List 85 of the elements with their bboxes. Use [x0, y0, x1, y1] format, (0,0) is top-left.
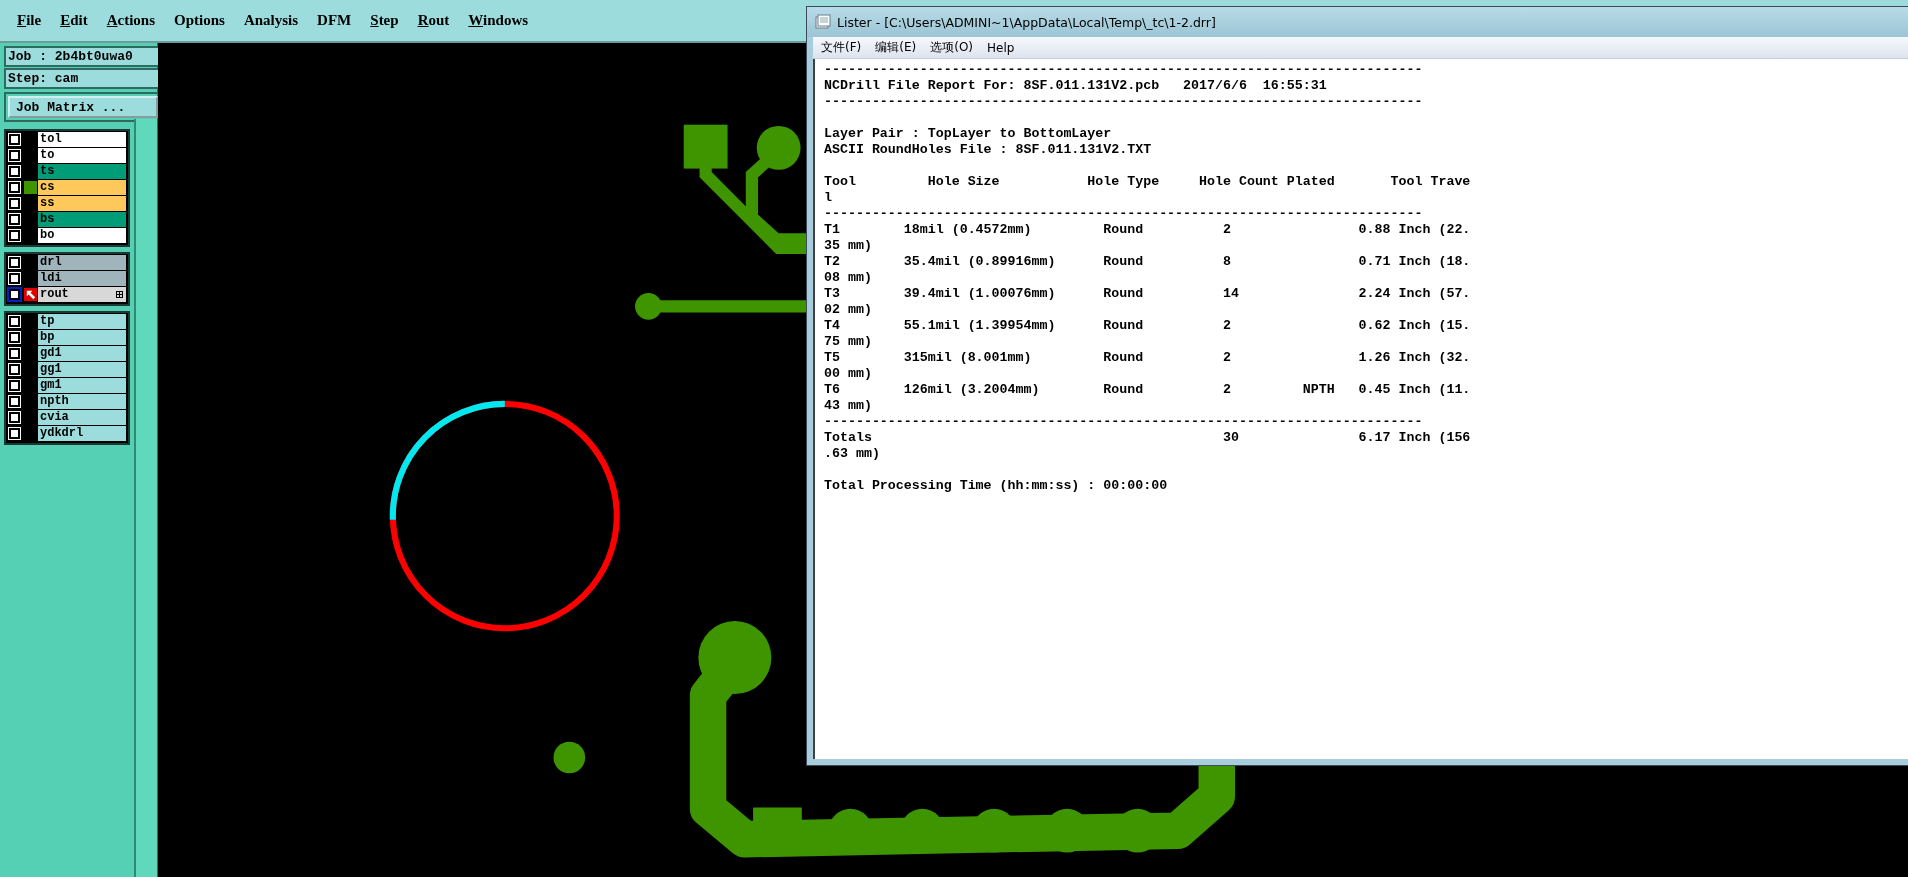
report-line: NCDrill File Report For: 8SF.011.131V2.pcb 2017/6/6 16:55:31	[824, 78, 1327, 94]
report-line: 02 mm)	[824, 302, 872, 318]
checkbox[interactable]	[9, 198, 20, 209]
step-label: Step: cam	[4, 68, 160, 89]
round-pad	[553, 741, 586, 774]
layer-name[interactable]: gd1	[38, 346, 126, 361]
menu-item[interactable]: Options	[174, 12, 225, 29]
checkbox[interactable]	[9, 316, 20, 327]
layer-name[interactable]: ldi	[38, 271, 126, 286]
arrow-icon[interactable]	[23, 288, 37, 301]
layer-name[interactable]: ss	[38, 196, 126, 211]
report-line: Totals 30 6.17 Inch (156	[824, 430, 1471, 446]
checkbox[interactable]	[9, 166, 20, 177]
job-label: Job : 2b4bt0uwa0	[4, 46, 160, 67]
report-line: T4 55.1mil (1.39954mm) Round 2 0.62 Inch (15.	[824, 318, 1471, 334]
menu-item[interactable]: Step	[370, 12, 399, 29]
menu-item[interactable]: Windows	[468, 12, 529, 29]
layer-name[interactable]: bo	[38, 228, 126, 243]
report-line: ---------------------------------------------------------------------------	[824, 206, 1423, 222]
report-line: ---------------------------------------------------------------------------	[824, 62, 1423, 78]
report-line: Layer Pair : TopLayer to BottomLayer	[824, 126, 1112, 142]
report-line: Tool Hole Size Hole Type Hole Count Plated Tool Trave	[824, 174, 1471, 190]
layer-name[interactable]: ydkdrl	[38, 426, 126, 441]
menu-item[interactable]: 编辑(E)	[875, 39, 917, 56]
layer-name[interactable]: npth	[38, 394, 126, 409]
checkbox[interactable]	[9, 134, 20, 145]
checkbox[interactable]	[9, 150, 20, 161]
layer-name[interactable]: cs	[38, 180, 126, 195]
report-line: T2 35.4mil (0.89916mm) Round 8 0.71 Inch (18.	[824, 254, 1471, 270]
report-line: .63 mm)	[824, 446, 880, 462]
report-line: ---------------------------------------------------------------------------	[824, 94, 1423, 110]
layer-name[interactable]: bp	[38, 330, 126, 345]
layer-name[interactable]: gm1	[38, 378, 126, 393]
menu-item[interactable]: Actions	[106, 12, 156, 29]
report-line: T1 18mil (0.4572mm) Round 2 0.88 Inch (22.	[824, 222, 1471, 238]
menu-item[interactable]: Edit	[60, 12, 88, 29]
report-line: 00 mm)	[824, 366, 872, 382]
display-swatch[interactable]	[23, 181, 37, 194]
layer-name[interactable]: gg1	[38, 362, 126, 377]
layer-name[interactable]: ts	[38, 164, 126, 179]
report-line: 75 mm)	[824, 334, 872, 350]
checkbox[interactable]	[9, 332, 20, 343]
report-line: ASCII RoundHoles File : 8SF.011.131V2.TXT	[824, 142, 1152, 158]
job-matrix-button[interactable]: Job Matrix ...	[8, 96, 158, 118]
checkbox[interactable]	[9, 428, 20, 439]
menu-item[interactable]: Rout	[417, 12, 450, 29]
checkbox[interactable]	[9, 380, 20, 391]
checkbox[interactable]	[9, 257, 20, 268]
document-icon	[815, 14, 831, 30]
report-line: 35 mm)	[824, 238, 872, 254]
checkbox[interactable]	[9, 364, 20, 375]
layer-name[interactable]: bs	[38, 212, 126, 227]
menu-item[interactable]: 选项(O)	[930, 39, 974, 56]
report-line: 43 mm)	[824, 398, 872, 414]
menu-item[interactable]: 文件(F)	[821, 39, 862, 56]
layer-name[interactable]: rout	[38, 287, 126, 302]
layer-name[interactable]: cvia	[38, 410, 126, 425]
layer-name[interactable]: to	[38, 148, 126, 163]
report-line: T3 39.4mil (1.00076mm) Round 14 2.24 Inch (57.	[824, 286, 1471, 302]
window-title: Lister - [C:\Users\ADMINI~1\AppData\Local\Temp\_tc\1-2.drr]	[837, 14, 1216, 30]
layer-name[interactable]: drl	[38, 255, 126, 270]
menu-item[interactable]: File	[17, 12, 42, 29]
checkbox[interactable]	[9, 412, 20, 423]
square-pad	[683, 124, 728, 169]
report-line: l	[824, 190, 832, 206]
layer-name[interactable]: tol	[38, 132, 126, 147]
checkbox[interactable]	[9, 230, 20, 241]
grid-icon[interactable]	[116, 291, 123, 298]
checkbox[interactable]	[9, 273, 20, 284]
checkbox[interactable]	[9, 289, 20, 300]
checkbox[interactable]	[9, 348, 20, 359]
layer-name[interactable]: tp	[38, 314, 126, 329]
report-line: T6 126mil (3.2004mm) Round 2 NPTH 0.45 Inch (11.	[824, 382, 1471, 398]
checkbox[interactable]	[9, 396, 20, 407]
report-line: ---------------------------------------------------------------------------	[824, 414, 1423, 430]
report-line: 08 mm)	[824, 270, 872, 286]
report-line: T5 315mil (8.001mm) Round 2 1.26 Inch (32.	[824, 350, 1471, 366]
menu-item[interactable]: Analysis	[243, 12, 299, 29]
checkbox[interactable]	[9, 182, 20, 193]
menu-item[interactable]: DFM	[317, 12, 352, 29]
round-pad	[756, 125, 801, 170]
report-line: Total Processing Time (hh:mm:ss) : 00:00:00	[824, 478, 1168, 494]
checkbox[interactable]	[9, 214, 20, 225]
menu-item[interactable]: Help	[987, 40, 1015, 55]
round-pad	[635, 292, 662, 320]
